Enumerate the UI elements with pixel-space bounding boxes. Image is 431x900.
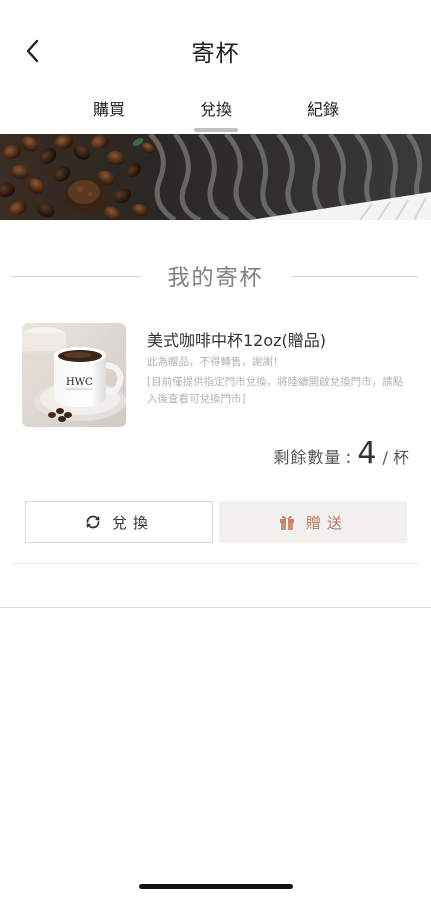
remaining-quantity: 剩餘數量 : 4 / 杯 (273, 436, 409, 472)
product-name: 美式咖啡中杯12oz(贈品) (147, 331, 327, 350)
home-indicator[interactable] (139, 884, 293, 889)
gift-icon (278, 513, 296, 531)
tab-records[interactable]: 紀錄 (278, 96, 368, 132)
remaining-colon: : (345, 447, 352, 468)
gift-note: 此為贈品，不得轉售，謝謝！ (147, 356, 284, 368)
tab-purchase[interactable]: 購買 (64, 96, 154, 132)
banner-image (0, 134, 431, 220)
cup-deposit-page: 寄杯 購買 兌換 紀錄 我的寄杯 HWC 美式咖啡中杯12oz(贈品) 此為贈品… (0, 0, 431, 900)
remaining-unit: / 杯 (382, 448, 409, 467)
content-divider (0, 607, 431, 608)
tab-redeem[interactable]: 兌換 (171, 96, 261, 132)
header: 寄杯 (0, 0, 431, 100)
mug-logo: HWC (66, 377, 93, 388)
remaining-label: 剩餘數量 (273, 448, 342, 467)
remaining-count: 4 (357, 436, 377, 471)
gift-button-label: 贈送 (305, 513, 348, 532)
coffee-banner (0, 134, 431, 220)
product-image: HWC (22, 323, 126, 427)
section-divider-right (291, 276, 419, 277)
gift-button[interactable]: 贈送 (219, 501, 407, 543)
active-tab-indicator (194, 128, 238, 132)
store-note: [目前僅提供指定門市兌換，將陸續開啟兌換門市，請點入後查看可兌換門市] (147, 376, 404, 405)
page-title: 寄杯 (191, 41, 240, 67)
tab-bar: 購買 兌換 紀錄 (0, 96, 431, 134)
redeem-button-label: 兌換 (111, 513, 154, 532)
section-divider-left (12, 276, 140, 277)
section-title: 我的寄杯 (167, 266, 264, 291)
redeem-button[interactable]: 兌換 (25, 501, 213, 543)
card-divider (12, 563, 419, 564)
refresh-icon (84, 513, 102, 531)
my-cups-section-header: 我的寄杯 (12, 258, 419, 294)
cup-card: HWC 美式咖啡中杯12oz(贈品) 此為贈品，不得轉售，謝謝！ [目前僅提供指… (12, 312, 419, 566)
